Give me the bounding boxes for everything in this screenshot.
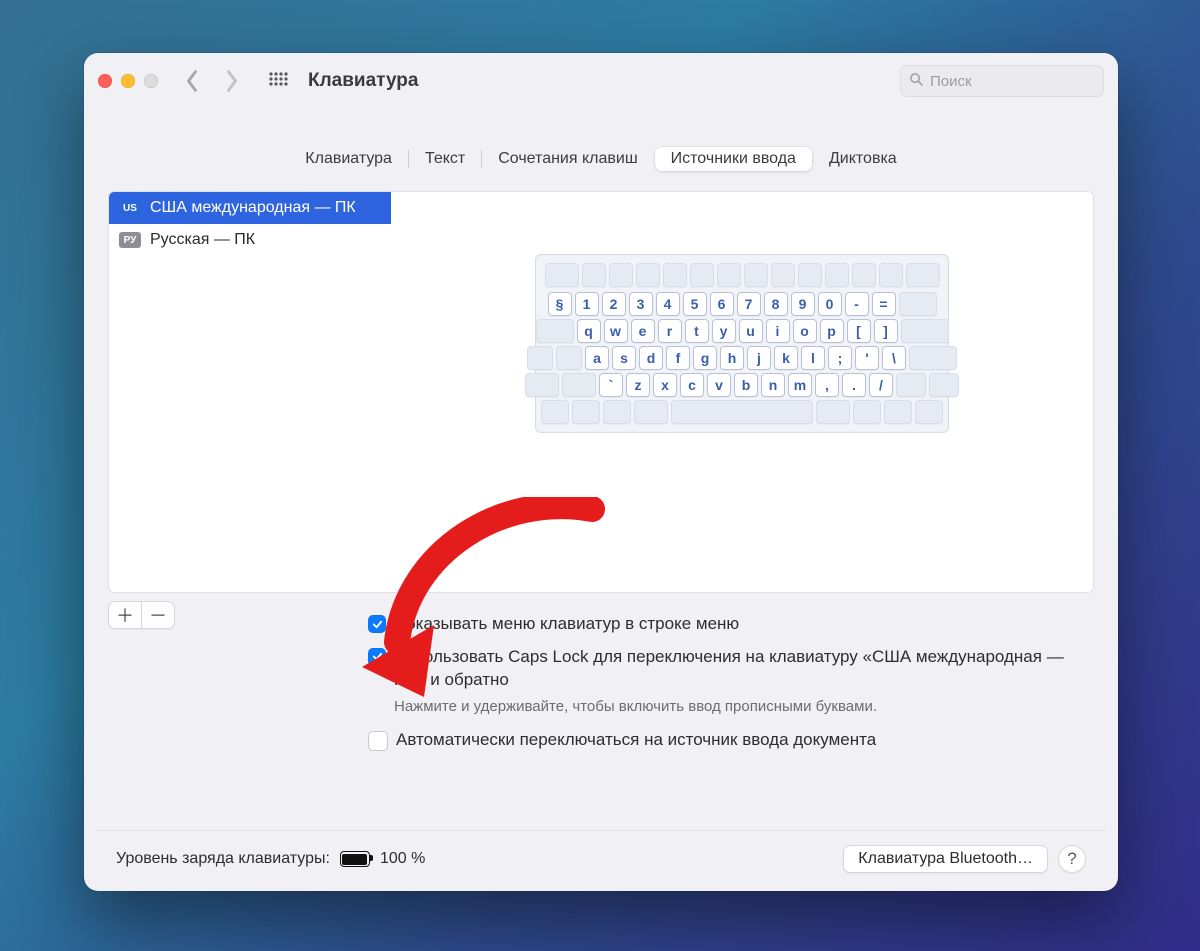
show-all-icon[interactable] bbox=[264, 67, 292, 95]
checkbox-icon[interactable] bbox=[368, 648, 386, 666]
keyboard-graphic: §1234567890-= qwertyuiop[] asdfghjkl;'\ … bbox=[535, 254, 949, 433]
source-item-ru[interactable]: РУ Русская — ПК bbox=[109, 224, 391, 256]
footer: Уровень заряда клавиатуры: 100 % Клавиат… bbox=[96, 830, 1106, 891]
source-item-us[interactable]: US США международная — ПК bbox=[109, 192, 391, 224]
tab-bar: Клавиатура Текст Сочетания клавиш Источн… bbox=[84, 109, 1118, 191]
content-panel: US США международная — ПК РУ Русская — П… bbox=[108, 191, 1094, 593]
tab-text[interactable]: Текст bbox=[409, 147, 481, 171]
option-auto-switch[interactable]: Автоматически переключаться на источник … bbox=[368, 729, 1094, 752]
options-panel: Показывать меню клавиатур в строке меню … bbox=[368, 609, 1094, 762]
tab-keyboard[interactable]: Клавиатура bbox=[289, 147, 408, 171]
battery-percent: 100 % bbox=[380, 850, 425, 868]
source-label: США международная — ПК bbox=[150, 199, 356, 217]
search-icon bbox=[909, 72, 924, 91]
flag-us-icon: US bbox=[119, 200, 141, 216]
toolbar: Клавиатура Поиск bbox=[84, 53, 1118, 109]
tab-shortcuts[interactable]: Сочетания клавиш bbox=[482, 147, 653, 171]
tab-input-sources[interactable]: Источники ввода bbox=[655, 147, 812, 171]
option-show-input-menu[interactable]: Показывать меню клавиатур в строке меню bbox=[368, 613, 1094, 636]
flag-ru-icon: РУ bbox=[119, 232, 141, 248]
zoom-window-button[interactable] bbox=[144, 74, 158, 88]
window-controls bbox=[98, 74, 158, 88]
preferences-window: Клавиатура Поиск Клавиатура Текст Сочета… bbox=[84, 53, 1118, 891]
window-title: Клавиатура bbox=[308, 70, 418, 92]
source-label: Русская — ПК bbox=[150, 231, 255, 249]
forward-button[interactable] bbox=[218, 67, 246, 95]
option-capslock-switch[interactable]: Использовать Caps Lock для переключения … bbox=[368, 646, 1094, 692]
option-capslock-hint: Нажмите и удерживайте, чтобы включить вв… bbox=[394, 698, 1094, 715]
search-field[interactable]: Поиск bbox=[900, 65, 1104, 97]
source-list-controls: ＋ － bbox=[108, 601, 175, 629]
battery-label: Уровень заряда клавиатуры: bbox=[116, 850, 330, 868]
add-source-button[interactable]: ＋ bbox=[109, 602, 141, 628]
minimize-window-button[interactable] bbox=[121, 74, 135, 88]
close-window-button[interactable] bbox=[98, 74, 112, 88]
keyboard-preview: §1234567890-= qwertyuiop[] asdfghjkl;'\ … bbox=[391, 192, 1093, 592]
remove-source-button[interactable]: － bbox=[142, 602, 174, 628]
checkbox-icon[interactable] bbox=[368, 731, 388, 751]
input-sources-list[interactable]: US США международная — ПК РУ Русская — П… bbox=[109, 192, 391, 592]
search-placeholder: Поиск bbox=[930, 73, 972, 90]
battery-icon bbox=[340, 851, 370, 867]
bluetooth-keyboard-button[interactable]: Клавиатура Bluetooth… bbox=[843, 845, 1048, 873]
help-button[interactable]: ? bbox=[1058, 845, 1086, 873]
tab-dictation[interactable]: Диктовка bbox=[813, 147, 913, 171]
back-button[interactable] bbox=[178, 67, 206, 95]
checkbox-icon[interactable] bbox=[368, 615, 386, 633]
